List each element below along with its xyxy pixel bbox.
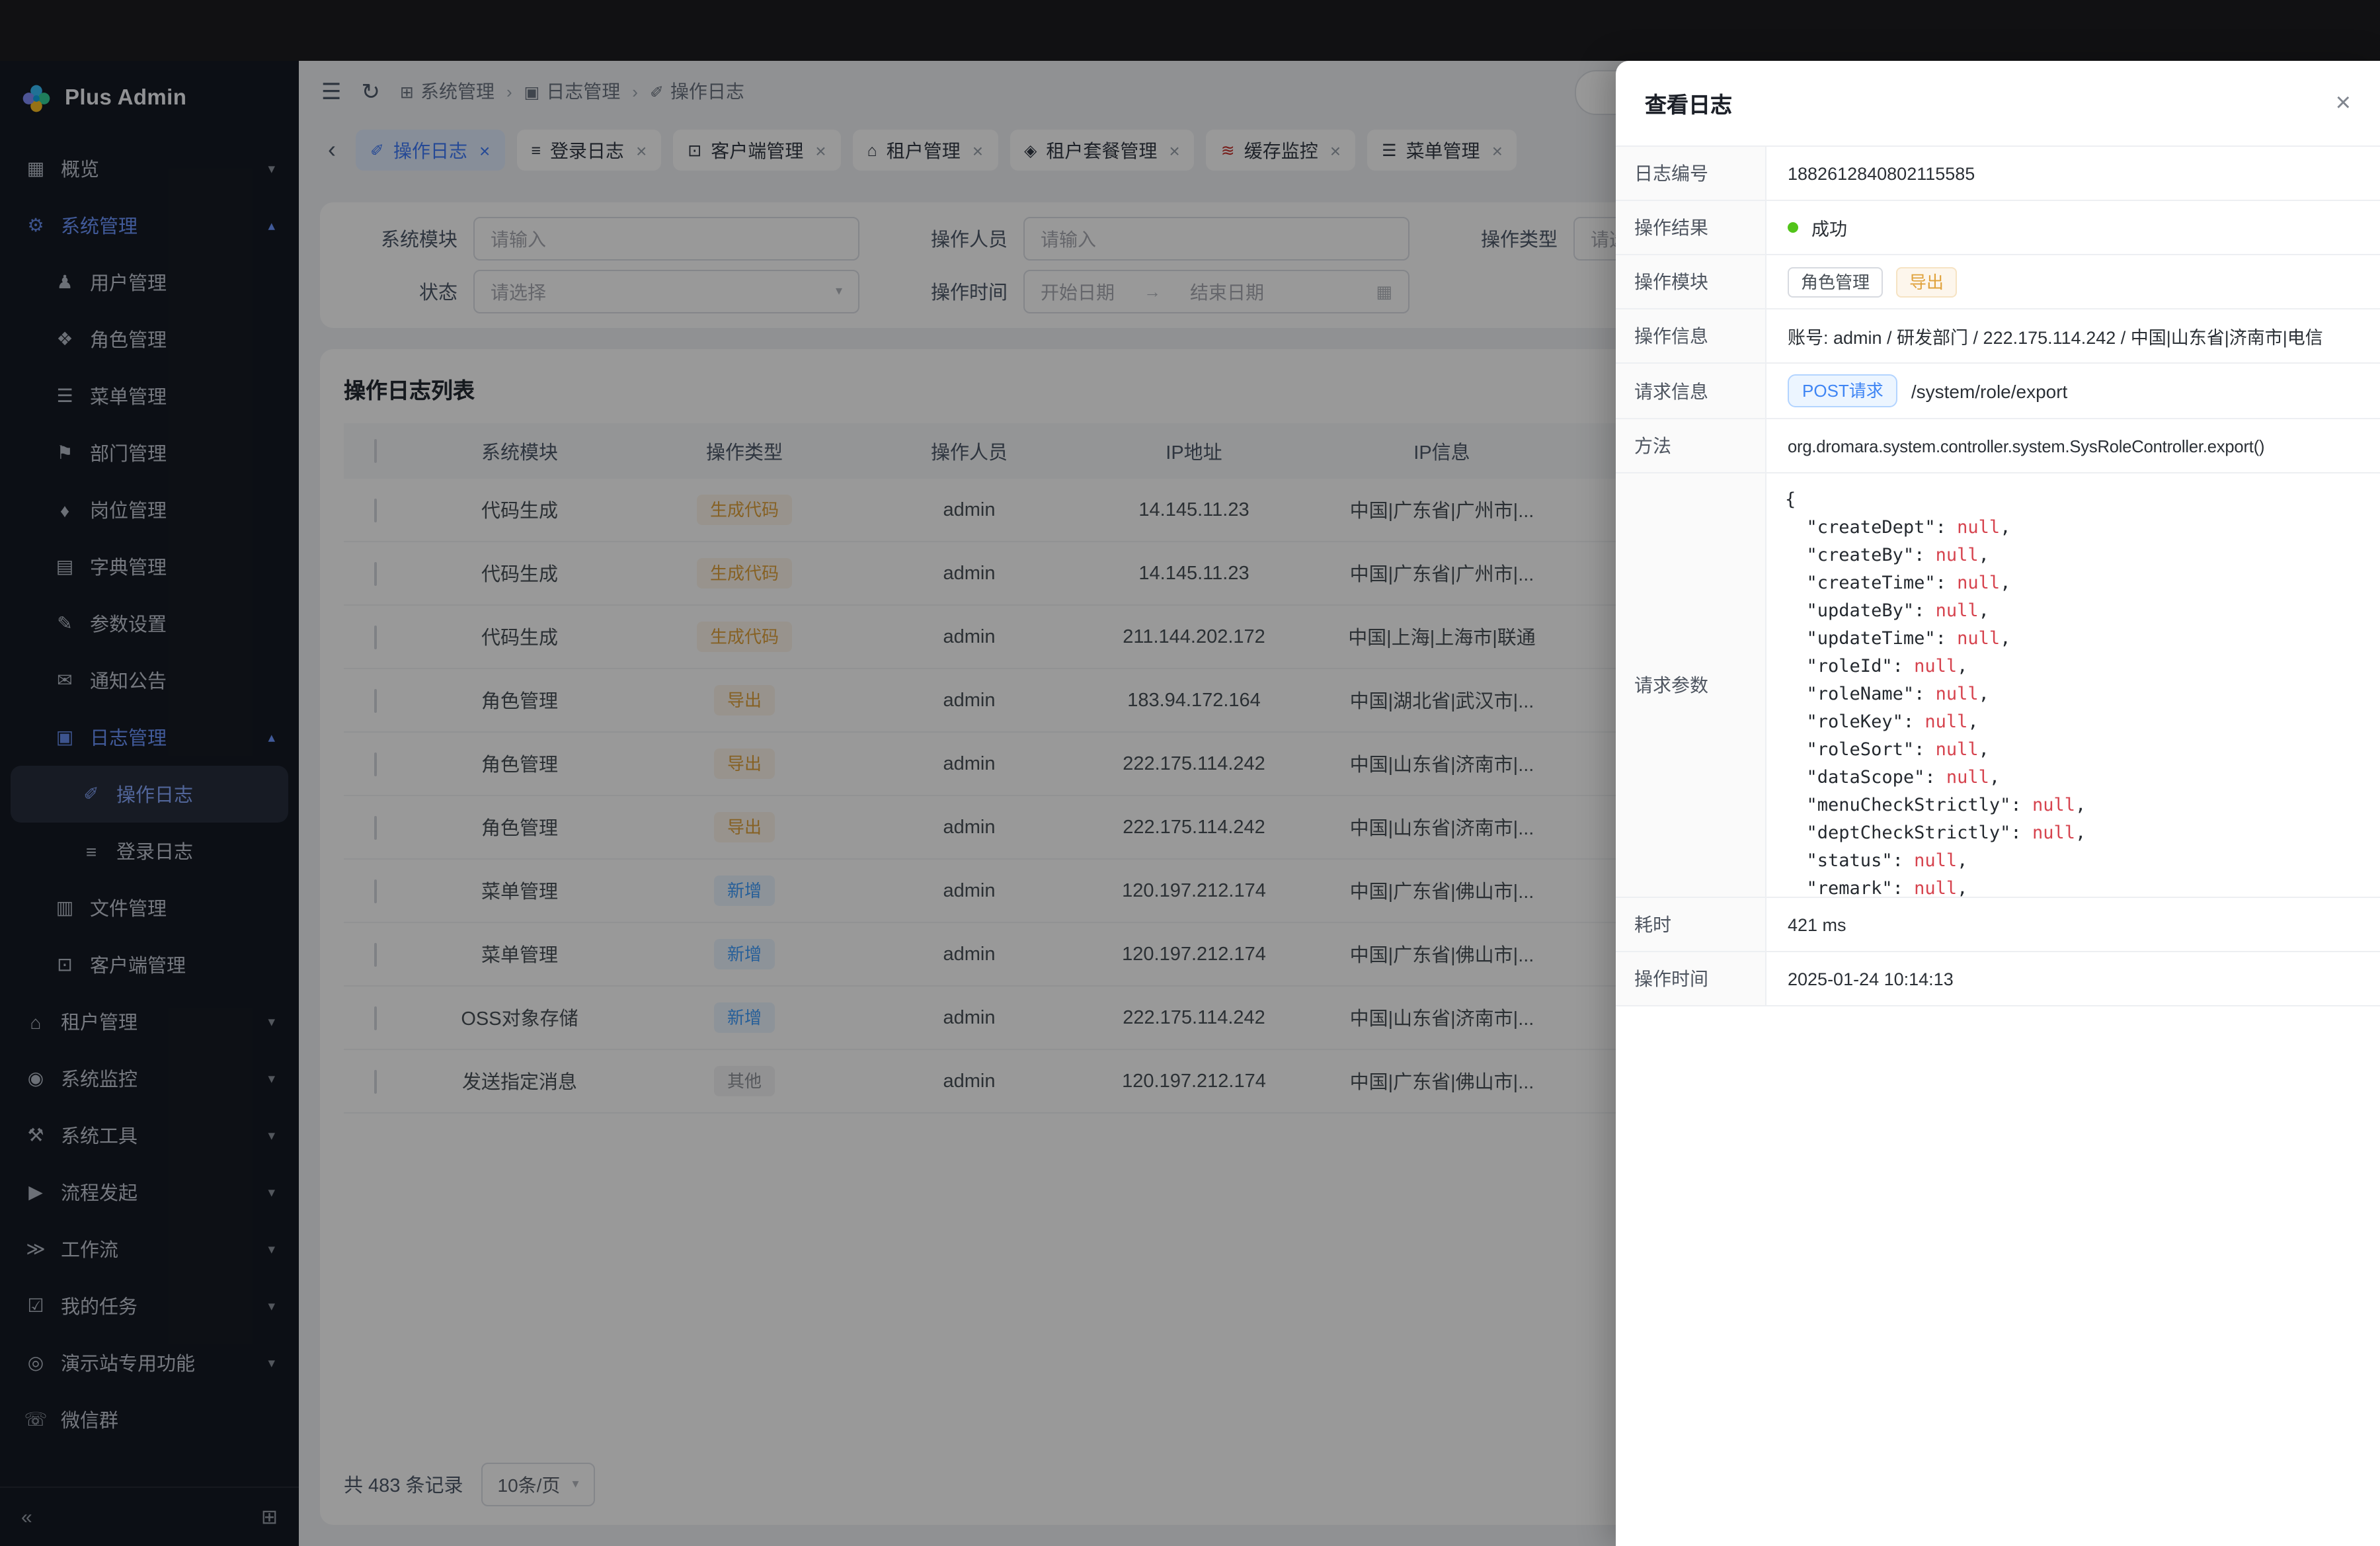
screen: Plus Admin ▦概览▾⚙系统管理▴♟用户管理❖角色管理☰菜单管理⚑部门管…: [0, 0, 2380, 1546]
drawer-header: 查看日志 ×: [1616, 61, 2380, 145]
detail-label: 操作时间: [1616, 952, 1766, 1005]
detail-value: 账号: admin / 研发部门 / 222.175.114.242 / 中国|…: [1766, 309, 2380, 362]
status-text: 成功: [1811, 214, 1847, 241]
detail-row: 耗时 421 ms: [1616, 898, 2380, 952]
detail-row: 请求参数{ "createDept": null, "createBy": nu…: [1616, 473, 2380, 898]
detail-value: { "createDept": null, "createBy": null, …: [1766, 473, 2380, 897]
code-line: "menuCheckStrictly": null,: [1785, 792, 2361, 820]
code-line: {: [1785, 487, 2361, 514]
detail-label: 请求信息: [1616, 364, 1766, 418]
detail-value: POST请求/system/role/export: [1766, 364, 2380, 418]
detail-label: 耗时: [1616, 898, 1766, 951]
code-line: "remark": null,: [1785, 875, 2361, 897]
code-line: "createBy": null,: [1785, 542, 2361, 570]
code-line: "deptCheckStrictly": null,: [1785, 820, 2361, 848]
detail-row: 请求信息POST请求/system/role/export: [1616, 364, 2380, 419]
detail-label: 请求参数: [1616, 473, 1766, 897]
code-line: "createDept": null,: [1785, 514, 2361, 542]
status-dot-icon: [1788, 222, 1798, 233]
detail-text: 1882612840802115585: [1788, 163, 1975, 183]
log-detail-drawer: 查看日志 × 日志编号 1882612840802115585 操作结果 成功操作模块…: [1616, 61, 2380, 1546]
request-params-code[interactable]: { "createDept": null, "createBy": null, …: [1766, 473, 2380, 897]
detail-text: 421 ms: [1788, 915, 1846, 934]
detail-value: org.dromara.system.controller.system.Sys…: [1766, 419, 2380, 472]
code-line: "roleKey": null,: [1785, 709, 2361, 737]
module-tag: 导出: [1896, 266, 1957, 297]
detail-row: 操作时间 2025-01-24 10:14:13: [1616, 952, 2380, 1006]
detail-label: 方法: [1616, 419, 1766, 472]
code-line: "updateTime": null,: [1785, 626, 2361, 653]
close-icon[interactable]: ×: [2336, 88, 2351, 118]
code-line: "status": null,: [1785, 848, 2361, 875]
detail-value: 2025-01-24 10:14:13: [1766, 952, 2380, 1005]
drawer-title: 查看日志: [1645, 87, 1732, 119]
detail-label: 日志编号: [1616, 147, 1766, 200]
request-url: /system/role/export: [1911, 380, 2068, 401]
code-line: "updateBy": null,: [1785, 598, 2361, 626]
http-method-badge: POST请求: [1788, 374, 1898, 407]
code-line: "roleName": null,: [1785, 681, 2361, 709]
detail-value: 角色管理导出: [1766, 255, 2380, 308]
code-line: "createTime": null,: [1785, 570, 2361, 598]
detail-label: 操作信息: [1616, 309, 1766, 362]
detail-text: org.dromara.system.controller.system.Sys…: [1788, 436, 2264, 456]
log-detail-table: 日志编号1882612840802115585操作结果成功操作模块角色管理导出操…: [1616, 145, 2380, 1006]
code-line: "roleId": null,: [1785, 653, 2361, 681]
detail-row: 操作结果 成功: [1616, 201, 2380, 255]
detail-row: 方法 org.dromara.system.controller.system.S…: [1616, 419, 2380, 473]
detail-row: 操作模块角色管理导出: [1616, 255, 2380, 309]
detail-row: 操作信息账号: admin / 研发部门 / 222.175.114.242 /…: [1616, 309, 2380, 364]
code-line: "roleSort": null,: [1785, 737, 2361, 764]
detail-text: 2025-01-24 10:14:13: [1788, 969, 1954, 989]
detail-value: 成功: [1766, 201, 2380, 254]
detail-value: 1882612840802115585: [1766, 147, 2380, 200]
detail-value: 421 ms: [1766, 898, 2380, 951]
detail-label: 操作模块: [1616, 255, 1766, 308]
detail-text: 账号: admin / 研发部门 / 222.175.114.242 / 中国|…: [1788, 323, 2323, 349]
detail-row: 日志编号 1882612840802115585: [1616, 147, 2380, 201]
detail-label: 操作结果: [1616, 201, 1766, 254]
module-tag: 角色管理: [1788, 266, 1883, 297]
code-line: "dataScope": null,: [1785, 764, 2361, 792]
